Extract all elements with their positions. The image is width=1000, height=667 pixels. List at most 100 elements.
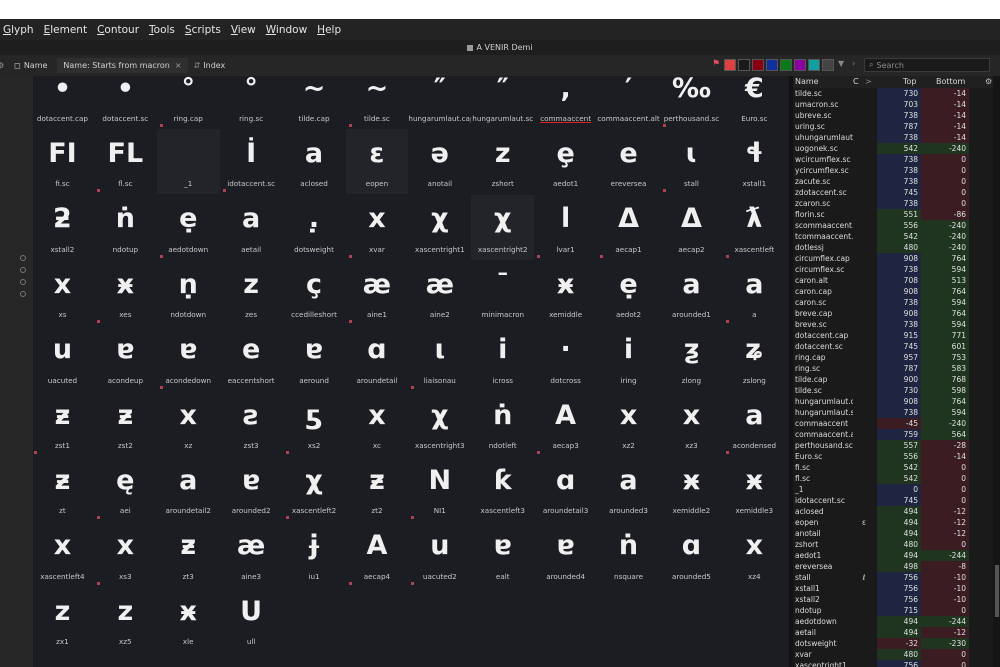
list-item[interactable]: ndotup 715 0 <box>793 605 1000 616</box>
dropdown-icon[interactable]: ▼ <box>838 59 844 68</box>
glyph-cell[interactable]: a aclosed <box>283 129 346 194</box>
list-item[interactable]: xascentright1 756 0 <box>793 660 1000 667</box>
list-item[interactable]: hungarumlaut.sc 738 594 <box>793 407 1000 418</box>
list-item[interactable]: ycircumflex.sc 738 0 <box>793 165 1000 176</box>
glyph-cell[interactable]: ƻ xstall2 <box>34 195 94 260</box>
glyph-cell[interactable]: , commaaccent <box>534 76 597 129</box>
glyph-cell[interactable]: ƶ zst2 <box>94 391 157 456</box>
layer-dot-icon[interactable] <box>20 255 26 261</box>
glyph-cell[interactable]: x xs3 <box>94 522 157 587</box>
glyph-cell[interactable]: ɐ aeround <box>283 326 346 391</box>
glyph-cell[interactable]: a aroundetail2 <box>157 456 220 521</box>
glyph-cell[interactable]: ṇ ndotdown <box>157 260 220 325</box>
menu-scripts[interactable]: Scripts <box>185 24 221 36</box>
list-item[interactable]: hungarumlaut.cap 908 764 <box>793 396 1000 407</box>
list-item[interactable]: _1 0 0 <box>793 484 1000 495</box>
glyph-cell[interactable]: ɑ aroundetail3 <box>534 456 597 521</box>
list-item[interactable]: breve.sc 738 594 <box>793 319 1000 330</box>
glyph-cell[interactable]: ƛ xascentleft <box>723 195 786 260</box>
col-header-name[interactable]: Name <box>795 77 819 86</box>
glyph-cell[interactable]: a arounded1 <box>660 260 723 325</box>
list-item[interactable]: caron.cap 908 764 <box>793 286 1000 297</box>
menu-tools[interactable]: Tools <box>149 24 175 36</box>
list-item[interactable]: anotail 494 -12 <box>793 528 1000 539</box>
glyph-cell[interactable]: ɑ arounded5 <box>660 522 723 587</box>
glyph-cell[interactable]: ɑ aroundetail <box>346 326 409 391</box>
chevron-right-icon[interactable]: › <box>852 59 855 68</box>
glyph-cell[interactable]: ′ commaaccent.alt <box>597 76 660 129</box>
glyph-cell[interactable]: z zx1 <box>34 587 94 652</box>
glyph-cell[interactable]: FI fi.sc <box>34 129 94 194</box>
list-item[interactable]: circumflex.cap 908 764 <box>793 253 1000 264</box>
glyph-cell[interactable]: a aetail <box>220 195 283 260</box>
glyph-cell[interactable]: ə anotail <box>408 129 471 194</box>
list-item[interactable]: idotaccent.sc 745 0 <box>793 495 1000 506</box>
menu-element[interactable]: Element <box>44 24 87 36</box>
glyph-cell[interactable]: χ xascentright1 <box>408 195 471 260</box>
glyph-cell[interactable]: Aaecap4 <box>346 522 409 587</box>
list-item[interactable]: commaaccent.alt 759 564 <box>793 429 1000 440</box>
glyph-cell[interactable]: ӿ xes <box>94 260 157 325</box>
menu-help[interactable]: Help <box>317 24 341 36</box>
list-item[interactable]: ring.cap 957 753 <box>793 352 1000 363</box>
glyph-cell[interactable]: _1 <box>156 129 220 195</box>
glyph-cell[interactable]: € Euro.sc <box>723 76 786 129</box>
panel-settings-icon[interactable]: ⚙ <box>985 77 992 86</box>
color-swatch[interactable] <box>794 59 806 71</box>
list-item[interactable]: uring.sc 787 -14 <box>793 121 1000 132</box>
search-input[interactable]: ⌕ Search <box>864 58 990 72</box>
glyph-cell[interactable]: N NI1 <box>408 456 471 521</box>
glyph-cell[interactable]: ɬ xstall1 <box>723 129 786 194</box>
layer-dot-icon[interactable] <box>20 267 26 273</box>
glyph-cell[interactable]: ɉ iu1 <box>283 522 346 587</box>
flag-icon[interactable]: ⚑ <box>712 59 720 69</box>
list-item[interactable]: umacron.sc 703 -14 <box>793 99 1000 110</box>
glyph-cell[interactable]: ~ tilde.sc <box>346 76 409 129</box>
list-item[interactable]: commaaccent -45 -240 <box>793 418 1000 429</box>
settings-icon[interactable]: ⚙ <box>0 61 4 70</box>
list-item[interactable]: zacute.sc 738 0 <box>793 176 1000 187</box>
glyph-cell[interactable]: ι liaisonau <box>408 326 471 391</box>
list-item[interactable]: aedotdown 494 -244 <box>793 616 1000 627</box>
color-swatch[interactable] <box>780 59 792 71</box>
glyph-cell[interactable]: u uacuted <box>34 326 94 391</box>
glyph-cell[interactable]: ƨ zst3 <box>220 391 283 456</box>
list-item[interactable]: breve.cap 908 764 <box>793 308 1000 319</box>
glyph-cell[interactable]: ẹ aedot2 <box>597 260 660 325</box>
glyph-cell[interactable]: χ xascentleft2 <box>283 456 346 521</box>
glyph-cell[interactable]: ƺ zlong <box>660 326 723 391</box>
glyph-cell[interactable]: • dotaccent.cap <box>34 76 94 129</box>
list-item[interactable]: uhungarumlaut.sc 738 -14 <box>793 132 1000 143</box>
layer-dot-icon[interactable] <box>20 279 26 285</box>
glyph-cell[interactable]: ɐ arounded4 <box>534 522 597 587</box>
list-item[interactable]: tilde.sc 730 598 <box>793 385 1000 396</box>
glyph-cell[interactable]: ӿ xemiddle2 <box>660 456 723 521</box>
list-item[interactable]: aclosed 494 -12 <box>793 506 1000 517</box>
glyph-cell[interactable]: e ereversea <box>597 129 660 194</box>
close-icon[interactable]: × <box>175 61 182 70</box>
glyph-cell[interactable]: ɩ stall <box>660 129 723 194</box>
glyph-cell[interactable]: ƶ zt3 <box>157 522 220 587</box>
list-item[interactable]: caron.sc 738 594 <box>793 297 1000 308</box>
glyph-cell[interactable]: i icross <box>471 326 534 391</box>
glyph-cell[interactable]: ⅹ xz3 <box>660 391 723 456</box>
list-item[interactable]: circumflex.sc 738 594 <box>793 264 1000 275</box>
glyph-cell[interactable]: ° ring.cap <box>157 76 220 129</box>
glyph-cell[interactable]: ƶ zst1 <box>34 391 94 456</box>
glyph-cell[interactable]: ӿ xemiddle <box>534 260 597 325</box>
list-item[interactable]: uogonek.sc 542 -240 <box>793 143 1000 154</box>
list-item[interactable]: caron.alt 708 513 <box>793 275 1000 286</box>
list-item[interactable]: aetail 494 -12 <box>793 627 1000 638</box>
list-item[interactable]: scommaaccent.sc 556 -240 <box>793 220 1000 231</box>
glyph-cell[interactable]: ɐ arounded2 <box>220 456 283 521</box>
glyph-cell[interactable]: a arounded3 <box>597 456 660 521</box>
glyph-cell[interactable]: z zshort <box>471 129 534 194</box>
color-swatch[interactable] <box>738 59 750 71</box>
list-item[interactable]: dotaccent.sc 745 601 <box>793 341 1000 352</box>
glyph-cell[interactable]: i iring <box>597 326 660 391</box>
glyph-cell[interactable]: • dotaccent.sc <box>94 76 157 129</box>
list-item[interactable]: tcommaaccent.sc 542 -240 <box>793 231 1000 242</box>
glyph-cell[interactable]: ″ hungarumlaut.cap <box>408 76 471 129</box>
list-item[interactable]: tilde.sc 730 -14 <box>793 88 1000 99</box>
glyph-cell[interactable]: İidotaccent.sc <box>220 129 283 194</box>
